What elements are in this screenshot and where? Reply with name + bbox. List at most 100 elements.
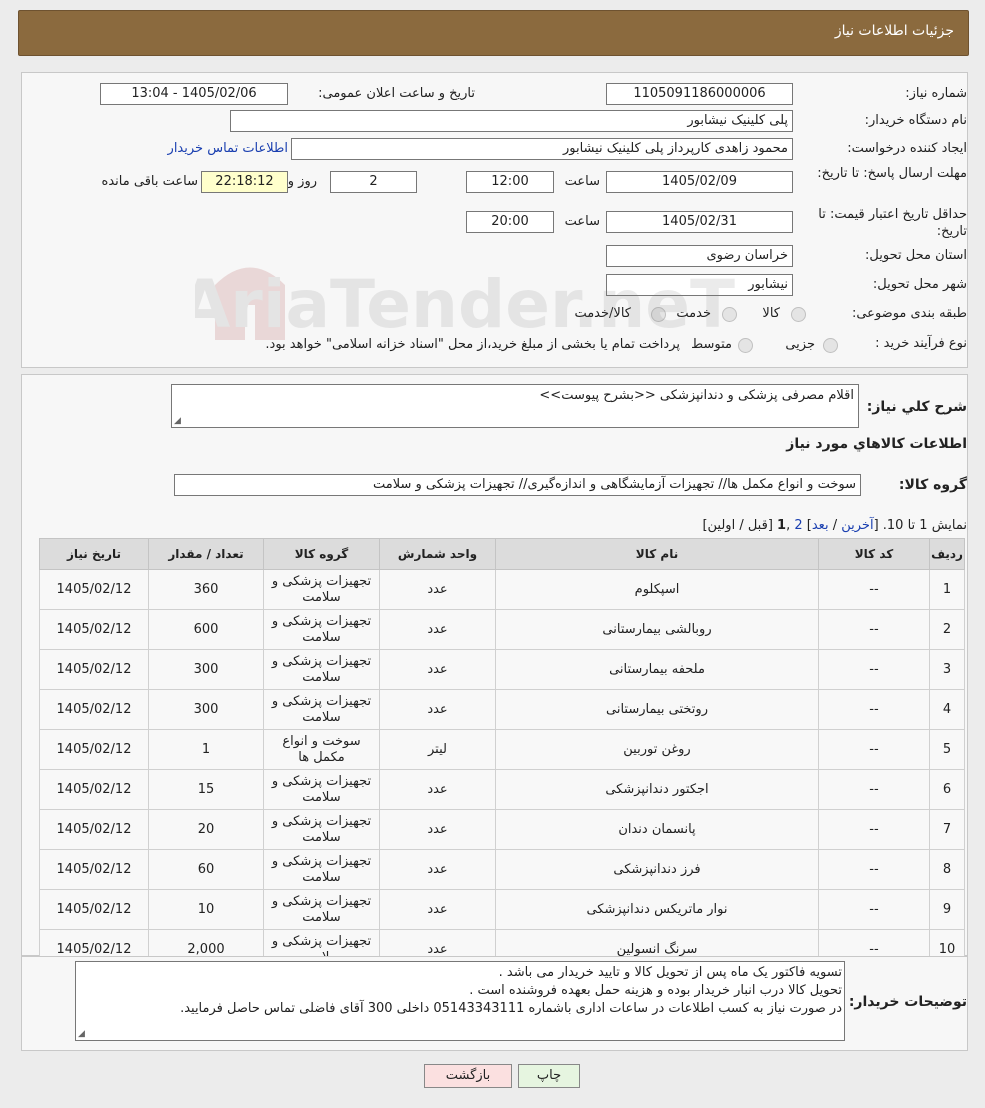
items-section-title: اطلاعات کالاهاي مورد نياز <box>786 436 967 452</box>
pager-next-link[interactable]: بعد <box>812 518 829 533</box>
cell-item-name: پانسمان دندان <box>495 809 819 850</box>
table-row: 7 -- پانسمان دندان عدد تجهیزات پزشکی و سلامت… <box>39 809 965 850</box>
cell-item-code: -- <box>818 809 930 850</box>
cell-need-date: 1405/02/12 <box>39 769 149 810</box>
cell-item-name: اجکتور دندانپزشکی <box>495 769 819 810</box>
pager: نمایش 1 تا 10. [آخرین / بعد] 2 ,1 [قبل /… <box>702 518 967 533</box>
category-option-goods-service: کالا/خدمت <box>574 306 631 321</box>
category-radio-goods[interactable] <box>791 307 806 322</box>
cell-goods-group: تجهیزات پزشکی و سلامت <box>263 609 380 650</box>
province-label: استان محل تحویل: <box>865 248 967 263</box>
cell-need-date: 1405/02/12 <box>39 569 149 610</box>
pager-prev-first: [قبل / اولین] <box>702 518 778 533</box>
price-validity-label: حداقل تاریخ اعتبار قیمت: تا تاریخ: <box>818 207 967 239</box>
col-header-need-date: تاریخ نیاز <box>39 538 149 570</box>
cell-goods-group: تجهیزات پزشکی و سلامت <box>263 849 380 890</box>
table-row: 4 -- روتختی بیمارستانی عدد تجهیزات پزشکی و س… <box>39 689 965 730</box>
resize-grip-icon: ◢ <box>174 416 181 426</box>
col-header-goods-group: گروه کالا <box>263 538 380 570</box>
cell-goods-group: تجهیزات پزشکی و سلامت <box>263 649 380 690</box>
category-radio-goods-service[interactable] <box>651 307 666 322</box>
cell-unit: عدد <box>379 889 496 930</box>
summary-field: اقلام مصرفی پزشکی و دندانپزشکی <<بشرح پی… <box>171 384 859 428</box>
days-remaining-field: 2 <box>330 171 417 193</box>
process-payment-note: پرداخت تمام یا بخشی از مبلغ خرید،از محل … <box>265 337 680 352</box>
need-number-field: 1105091186000006 <box>606 83 793 105</box>
need-number-label: شماره نیاز: <box>905 86 967 101</box>
goods-group-label: گروه کالا: <box>898 477 967 493</box>
cell-item-name: فرز دندانپزشکی <box>495 849 819 890</box>
process-radio-minor[interactable] <box>823 338 838 353</box>
category-radio-service[interactable] <box>722 307 737 322</box>
pager-current-page: 1 <box>777 518 787 533</box>
price-time-label: ساعت <box>564 214 600 229</box>
cell-item-code: -- <box>818 729 930 770</box>
cell-row-number: 6 <box>929 769 965 810</box>
back-button[interactable]: بازگشت <box>424 1064 512 1088</box>
page-header: جزئیات اطلاعات نیاز <box>18 10 969 56</box>
col-header-item-name: نام کالا <box>495 538 819 570</box>
pager-page-2-link[interactable]: 2 <box>794 518 802 533</box>
cell-quantity: 300 <box>148 649 264 690</box>
items-table-body: 1 -- اسپکلوم عدد تجهیزات پزشکی و سلامت 360 140… <box>39 569 965 970</box>
cell-unit: عدد <box>379 689 496 730</box>
cell-row-number: 1 <box>929 569 965 610</box>
process-radio-medium[interactable] <box>738 338 753 353</box>
category-label: طبقه بندی موضوعی: <box>851 306 967 321</box>
table-row: 9 -- نوار ماتریکس دندانپزشکی عدد تجهیزات پزش… <box>39 889 965 930</box>
table-row: 8 -- فرز دندانپزشکی عدد تجهیزات پزشکی و سلام… <box>39 849 965 890</box>
items-table: ردیف کد کالا نام کالا واحد شمارش گروه کا… <box>39 538 965 970</box>
table-row: 1 -- اسپکلوم عدد تجهیزات پزشکی و سلامت 360 140… <box>39 569 965 610</box>
cell-item-name: نوار ماتریکس دندانپزشکی <box>495 889 819 930</box>
time-remaining-field: 22:18:12 <box>201 171 288 193</box>
cell-item-name: روغن توربین <box>495 729 819 770</box>
cell-unit: عدد <box>379 769 496 810</box>
cell-unit: لیتر <box>379 729 496 770</box>
reply-deadline-label: مهلت ارسال پاسخ: تا تاریخ: <box>817 166 967 181</box>
cell-row-number: 5 <box>929 729 965 770</box>
cell-item-code: -- <box>818 769 930 810</box>
price-time-field: 20:00 <box>466 211 554 233</box>
table-header-row: ردیف کد کالا نام کالا واحد شمارش گروه کا… <box>39 538 965 570</box>
cell-item-code: -- <box>818 609 930 650</box>
cell-need-date: 1405/02/12 <box>39 729 149 770</box>
cell-quantity: 10 <box>148 889 264 930</box>
cell-item-name: روبالشی بیمارستانی <box>495 609 819 650</box>
cell-need-date: 1405/02/12 <box>39 809 149 850</box>
pager-separator: ] <box>802 518 812 533</box>
category-option-service: خدمت <box>676 306 711 321</box>
process-option-medium: متوسط <box>691 337 732 352</box>
pager-separator: / <box>828 518 842 533</box>
buyer-notes-label: توضیحات خریدار: <box>848 994 967 1010</box>
col-header-row-number: ردیف <box>929 538 965 570</box>
cell-need-date: 1405/02/12 <box>39 849 149 890</box>
category-option-goods: کالا <box>762 306 780 321</box>
buyer-notes-line: تسویه فاکتور یک ماه پس از تحویل کالا و ت… <box>498 965 842 980</box>
cell-row-number: 2 <box>929 609 965 650</box>
cell-goods-group: تجهیزات پزشکی و سلامت <box>263 569 380 610</box>
buyer-contact-link[interactable]: اطلاعات تماس خریدار <box>168 141 288 156</box>
goods-group-field: سوخت و انواع مکمل ها// تجهیزات آزمایشگاه… <box>174 474 861 496</box>
cell-need-date: 1405/02/12 <box>39 649 149 690</box>
table-row: 3 -- ملحفه بیمارستانی عدد تجهیزات پزشکی و سل… <box>39 649 965 690</box>
cell-goods-group: تجهیزات پزشکی و سلامت <box>263 689 380 730</box>
cell-row-number: 9 <box>929 889 965 930</box>
cell-row-number: 7 <box>929 809 965 850</box>
cell-item-name: اسپکلوم <box>495 569 819 610</box>
print-button[interactable]: چاپ <box>518 1064 580 1088</box>
pager-last-link[interactable]: آخرین <box>841 518 873 533</box>
cell-goods-group: تجهیزات پزشکی و سلامت <box>263 889 380 930</box>
reply-date-field: 1405/02/09 <box>606 171 793 193</box>
cell-unit: عدد <box>379 569 496 610</box>
cell-quantity: 20 <box>148 809 264 850</box>
price-date-field: 1405/02/31 <box>606 211 793 233</box>
requester-label: ایجاد کننده درخواست: <box>847 141 967 156</box>
cell-unit: عدد <box>379 649 496 690</box>
buyer-notes-line: در صورت نیاز به کسب اطلاعات در ساعات ادا… <box>180 1001 842 1016</box>
buyer-notes-field: تسویه فاکتور یک ماه پس از تحویل کالا و ت… <box>75 961 845 1041</box>
cell-quantity: 60 <box>148 849 264 890</box>
reply-time-field: 12:00 <box>466 171 554 193</box>
requester-field: محمود زاهدی کارپرداز پلی کلینیک نیشابور <box>291 138 793 160</box>
city-field: نیشابور <box>606 274 793 296</box>
time-remaining-label: ساعت باقی مانده <box>101 174 198 189</box>
